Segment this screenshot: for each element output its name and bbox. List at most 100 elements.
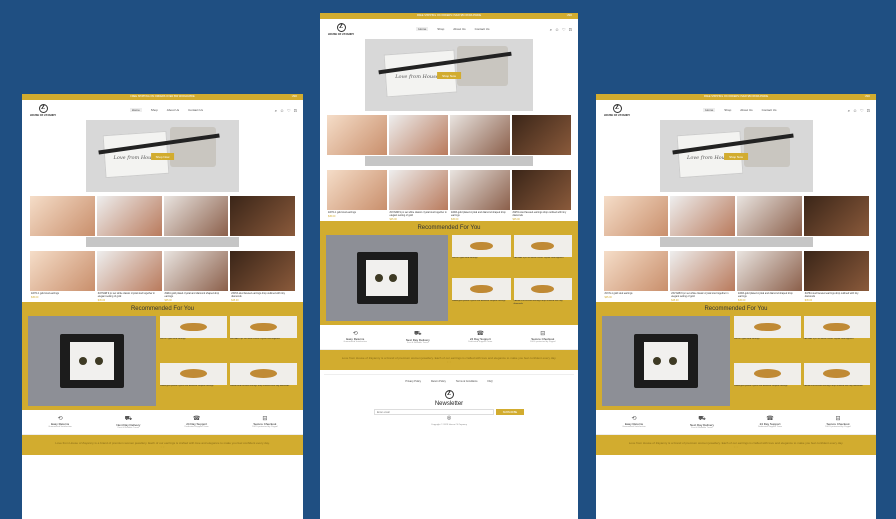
recommended-card[interactable]: ZAYNAB 9 pc set white classic crystal st… [230, 316, 297, 360]
nav-contact[interactable]: Contact Us [762, 108, 777, 112]
carousel-dots[interactable]: • • [38, 445, 287, 449]
recommended-card[interactable]: ZAYN-1 gold stud earrings [734, 316, 801, 360]
recommended-card[interactable]: ZARA gold plated crystal and diamond sha… [452, 278, 511, 321]
recommended-card[interactable]: ZARA gold plated crystal and diamond sha… [734, 362, 801, 407]
recommended-name[interactable]: ZAYNAB 9 pc set white classic crystal st… [230, 338, 297, 341]
nav-home[interactable]: Home [416, 27, 429, 31]
nav-home[interactable]: Home [703, 108, 716, 112]
product-name[interactable]: ZAHIA stud faceted earrings drop outline… [804, 291, 869, 299]
product-image[interactable] [96, 196, 162, 236]
product-card[interactable]: ZAHIA stud faceted earrings drop outline… [803, 251, 869, 302]
nav-about[interactable]: About Us [167, 108, 179, 112]
product-image[interactable] [511, 115, 571, 155]
recommended-name[interactable]: ZAYN-1 gold stud earrings [160, 338, 227, 341]
recommended-image[interactable] [513, 278, 572, 301]
recommended-card[interactable]: ZAYNAB 9 pc set white classic crystal st… [803, 316, 870, 360]
recommended-image[interactable] [452, 278, 511, 301]
product-image[interactable] [603, 251, 669, 291]
product-card[interactable]: ZAYNAB 9 pc set white classic crystal st… [96, 251, 162, 302]
recommended-card[interactable]: ZARA gold plated crystal and diamond sha… [160, 362, 227, 407]
footer-link-faq[interactable]: FAQ [488, 380, 493, 383]
search-icon[interactable]: ⌕ [275, 108, 277, 113]
recommended-card[interactable]: ZAHIA stud faceted earrings drop outline… [513, 278, 572, 321]
recommended-name[interactable]: ZAYN-1 gold stud earrings [734, 338, 801, 341]
nav-home[interactable]: Home [129, 108, 142, 112]
product-image[interactable] [737, 251, 802, 291]
footer-link-privacy[interactable]: Privacy Policy [405, 380, 421, 383]
recommended-image[interactable] [230, 362, 297, 385]
footer-link-returns[interactable]: Return Policy [431, 380, 446, 383]
product-image[interactable] [230, 251, 295, 291]
user-icon[interactable]: ☺ [853, 108, 857, 113]
product-card[interactable]: ZARA gold plated crystal and diamond sha… [737, 251, 802, 302]
recommended-image[interactable] [734, 362, 801, 385]
recommended-card[interactable]: ZAYNAB 9 pc set white classic crystal st… [513, 235, 573, 275]
recommended-image[interactable] [803, 316, 870, 338]
product-image[interactable] [388, 115, 448, 155]
nav-contact[interactable]: Contact Us [188, 108, 203, 112]
carousel-dots[interactable]: • • [336, 360, 562, 364]
product-image[interactable] [327, 115, 387, 155]
recommended-name[interactable]: ZAYN-1 gold stud earrings [452, 257, 511, 260]
subscribe-button[interactable]: SUBSCRIBE [496, 409, 524, 415]
recommended-name[interactable]: ZAYNAB 9 pc set white classic crystal st… [514, 257, 573, 260]
recommended-name[interactable]: ZARA gold plated crystal and diamond sha… [734, 385, 801, 388]
recommended-image[interactable] [160, 362, 227, 385]
recommended-card[interactable]: ZAHIA stud faceted earrings drop outline… [803, 362, 871, 407]
product-name[interactable]: ZARA gold plated crystal and diamond sha… [450, 210, 510, 218]
product-image[interactable] [327, 170, 387, 210]
product-image[interactable] [230, 196, 295, 236]
product-card[interactable]: ZARA gold plated crystal and diamond sha… [450, 170, 510, 221]
product-card[interactable]: ZARA gold plated crystal and diamond sha… [163, 251, 229, 302]
product-image[interactable] [670, 251, 735, 291]
product-image[interactable] [511, 170, 571, 210]
shop-now-button[interactable]: Shop Now [437, 72, 461, 80]
cart-icon[interactable]: ⊡ [569, 27, 572, 32]
wishlist-icon[interactable]: ♡ [287, 108, 291, 113]
product-image[interactable] [30, 196, 95, 236]
nav-about[interactable]: About Us [453, 27, 465, 31]
product-image[interactable] [737, 196, 802, 236]
product-image[interactable] [450, 115, 510, 155]
recommended-image[interactable] [230, 316, 297, 338]
user-icon[interactable]: ☺ [280, 108, 284, 113]
product-name[interactable]: ZAYNAB 9 pc set white classic crystal st… [389, 210, 449, 218]
recommended-name[interactable]: ZARA gold plated crystal and diamond sha… [160, 385, 227, 388]
search-icon[interactable]: ⌕ [550, 27, 552, 32]
recommended-card[interactable]: ZAHIA stud faceted earrings drop outline… [230, 362, 297, 407]
product-name[interactable]: ZAHIA stud faceted earrings drop outline… [512, 210, 572, 218]
featured-product-image[interactable] [326, 235, 448, 321]
recommended-card[interactable]: ZAYN-1 gold stud earrings [160, 316, 227, 360]
user-icon[interactable]: ☺ [555, 27, 559, 32]
cart-icon[interactable]: ⊡ [867, 108, 870, 113]
wishlist-icon[interactable]: ♡ [860, 108, 864, 113]
product-image[interactable] [670, 196, 735, 236]
nav-shop[interactable]: Shop [724, 108, 731, 112]
search-icon[interactable]: ⌕ [848, 108, 850, 113]
product-name[interactable]: ZARA gold plated crystal and diamond sha… [164, 291, 229, 299]
product-image[interactable] [388, 170, 448, 210]
product-card[interactable]: ZAYN-1 gold stud earrings $45.00 [30, 251, 95, 302]
recommended-name[interactable]: ZARA gold plated crystal and diamond sha… [452, 300, 511, 303]
product-card[interactable]: ZAHIA stud faceted earrings drop outline… [230, 251, 295, 302]
featured-product-image[interactable] [28, 316, 156, 406]
recommended-image[interactable] [160, 316, 227, 338]
newsletter-email-input[interactable] [374, 409, 494, 415]
brand-logo[interactable]: Z HOUSE OF ZAYANNY [326, 22, 356, 36]
nav-shop[interactable]: Shop [437, 27, 444, 31]
brand-logo[interactable]: Z HOUSE OF ZAYANNY [28, 103, 58, 117]
product-image[interactable] [803, 251, 869, 291]
product-image[interactable] [96, 251, 162, 291]
featured-product-image[interactable] [602, 316, 730, 406]
product-card[interactable]: ZAHIA stud faceted earrings drop outline… [511, 170, 572, 221]
product-card[interactable]: ZAYN-1 gold stud earrings $45.00 [327, 170, 387, 221]
recommended-image[interactable] [803, 362, 870, 385]
shop-now-button[interactable]: Shop Now [724, 153, 748, 161]
footer-link-terms[interactable]: Terms & Conditions [456, 380, 478, 383]
nav-about[interactable]: About Us [740, 108, 752, 112]
product-image[interactable] [163, 251, 229, 291]
product-card[interactable]: ZAYNAB 9 pc set white classic crystal st… [388, 170, 449, 221]
recommended-card[interactable]: ZAYN-1 gold stud earrings [452, 235, 511, 275]
recommended-name[interactable]: ZAHIA stud faceted earrings drop outline… [804, 385, 871, 388]
carousel-dots[interactable]: • • [612, 445, 860, 449]
